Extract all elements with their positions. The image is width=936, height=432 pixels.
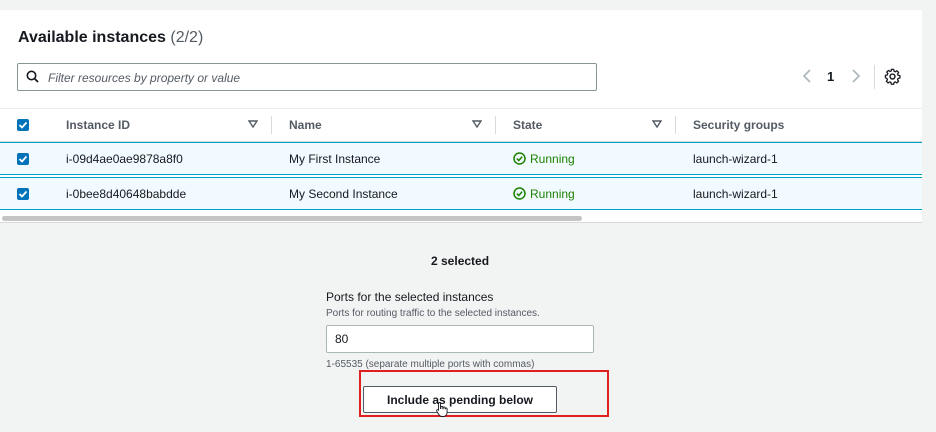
check-circle-icon (513, 187, 526, 200)
column-header-name[interactable]: Name (289, 118, 322, 132)
column-header-security-groups[interactable]: Security groups (693, 118, 784, 132)
security-group-cell: launch-wizard-1 (693, 152, 778, 166)
table-header: Instance ID Name State Security groups (0, 108, 922, 142)
state-cell: Running (513, 187, 593, 201)
horizontal-scrollbar[interactable] (0, 215, 922, 222)
panel-title: Available instances (2/2) (18, 29, 203, 47)
sort-caret-icon[interactable] (248, 119, 258, 129)
instance-id-cell[interactable]: i-09d4ae0ae9878a8f0 (66, 152, 183, 166)
page-background (922, 0, 936, 432)
column-divider[interactable] (495, 116, 496, 134)
row-checkbox[interactable] (17, 153, 29, 165)
sort-caret-icon[interactable] (652, 119, 662, 129)
hand-cursor-icon (436, 402, 448, 417)
state-cell: Running (513, 152, 593, 166)
table-row[interactable]: i-0bee8d40648babdde My Second Instance R… (0, 177, 922, 210)
name-cell: My Second Instance (289, 187, 398, 201)
column-header-state[interactable]: State (513, 118, 542, 132)
ports-field-hint: 1-65535 (separate multiple ports with co… (326, 359, 535, 370)
current-page[interactable]: 1 (827, 69, 834, 84)
sort-caret-icon[interactable] (472, 119, 482, 129)
next-page-icon[interactable] (849, 68, 863, 84)
column-header-instance-id[interactable]: Instance ID (66, 118, 130, 132)
pager-divider (874, 65, 875, 89)
filter-input[interactable] (46, 67, 590, 89)
ports-field-description: Ports for routing traffic to the selecte… (326, 308, 540, 319)
search-icon (26, 70, 39, 83)
selection-count: (2/2) (170, 29, 204, 46)
checkmark-icon (18, 155, 28, 163)
available-instances-panel: Available instances (2/2) 1 Instance ID … (0, 10, 922, 223)
ports-input[interactable] (326, 325, 594, 353)
filter-search-box[interactable] (17, 63, 597, 91)
checkmark-icon (18, 190, 28, 198)
column-divider[interactable] (271, 116, 272, 134)
row-checkbox[interactable] (17, 188, 29, 200)
state-label: Running (530, 187, 575, 201)
check-circle-icon (513, 152, 526, 165)
gear-icon[interactable] (884, 68, 901, 85)
instance-id-cell[interactable]: i-0bee8d40648babdde (66, 187, 186, 201)
state-label: Running (530, 152, 575, 166)
previous-page-icon[interactable] (800, 68, 814, 84)
panel-title-text: Available instances (18, 29, 166, 46)
select-all-checkbox[interactable] (17, 119, 29, 131)
table-row[interactable]: i-09d4ae0ae9878a8f0 My First Instance Ru… (0, 142, 922, 175)
selected-summary: 2 selected (431, 254, 490, 268)
security-group-cell: launch-wizard-1 (693, 187, 778, 201)
column-divider[interactable] (675, 116, 676, 134)
ports-field-label: Ports for the selected instances (326, 290, 494, 304)
include-as-pending-button[interactable]: Include as pending below (363, 386, 557, 413)
name-cell: My First Instance (289, 152, 381, 166)
checkmark-icon (18, 121, 28, 129)
scrollbar-thumb[interactable] (2, 216, 582, 221)
